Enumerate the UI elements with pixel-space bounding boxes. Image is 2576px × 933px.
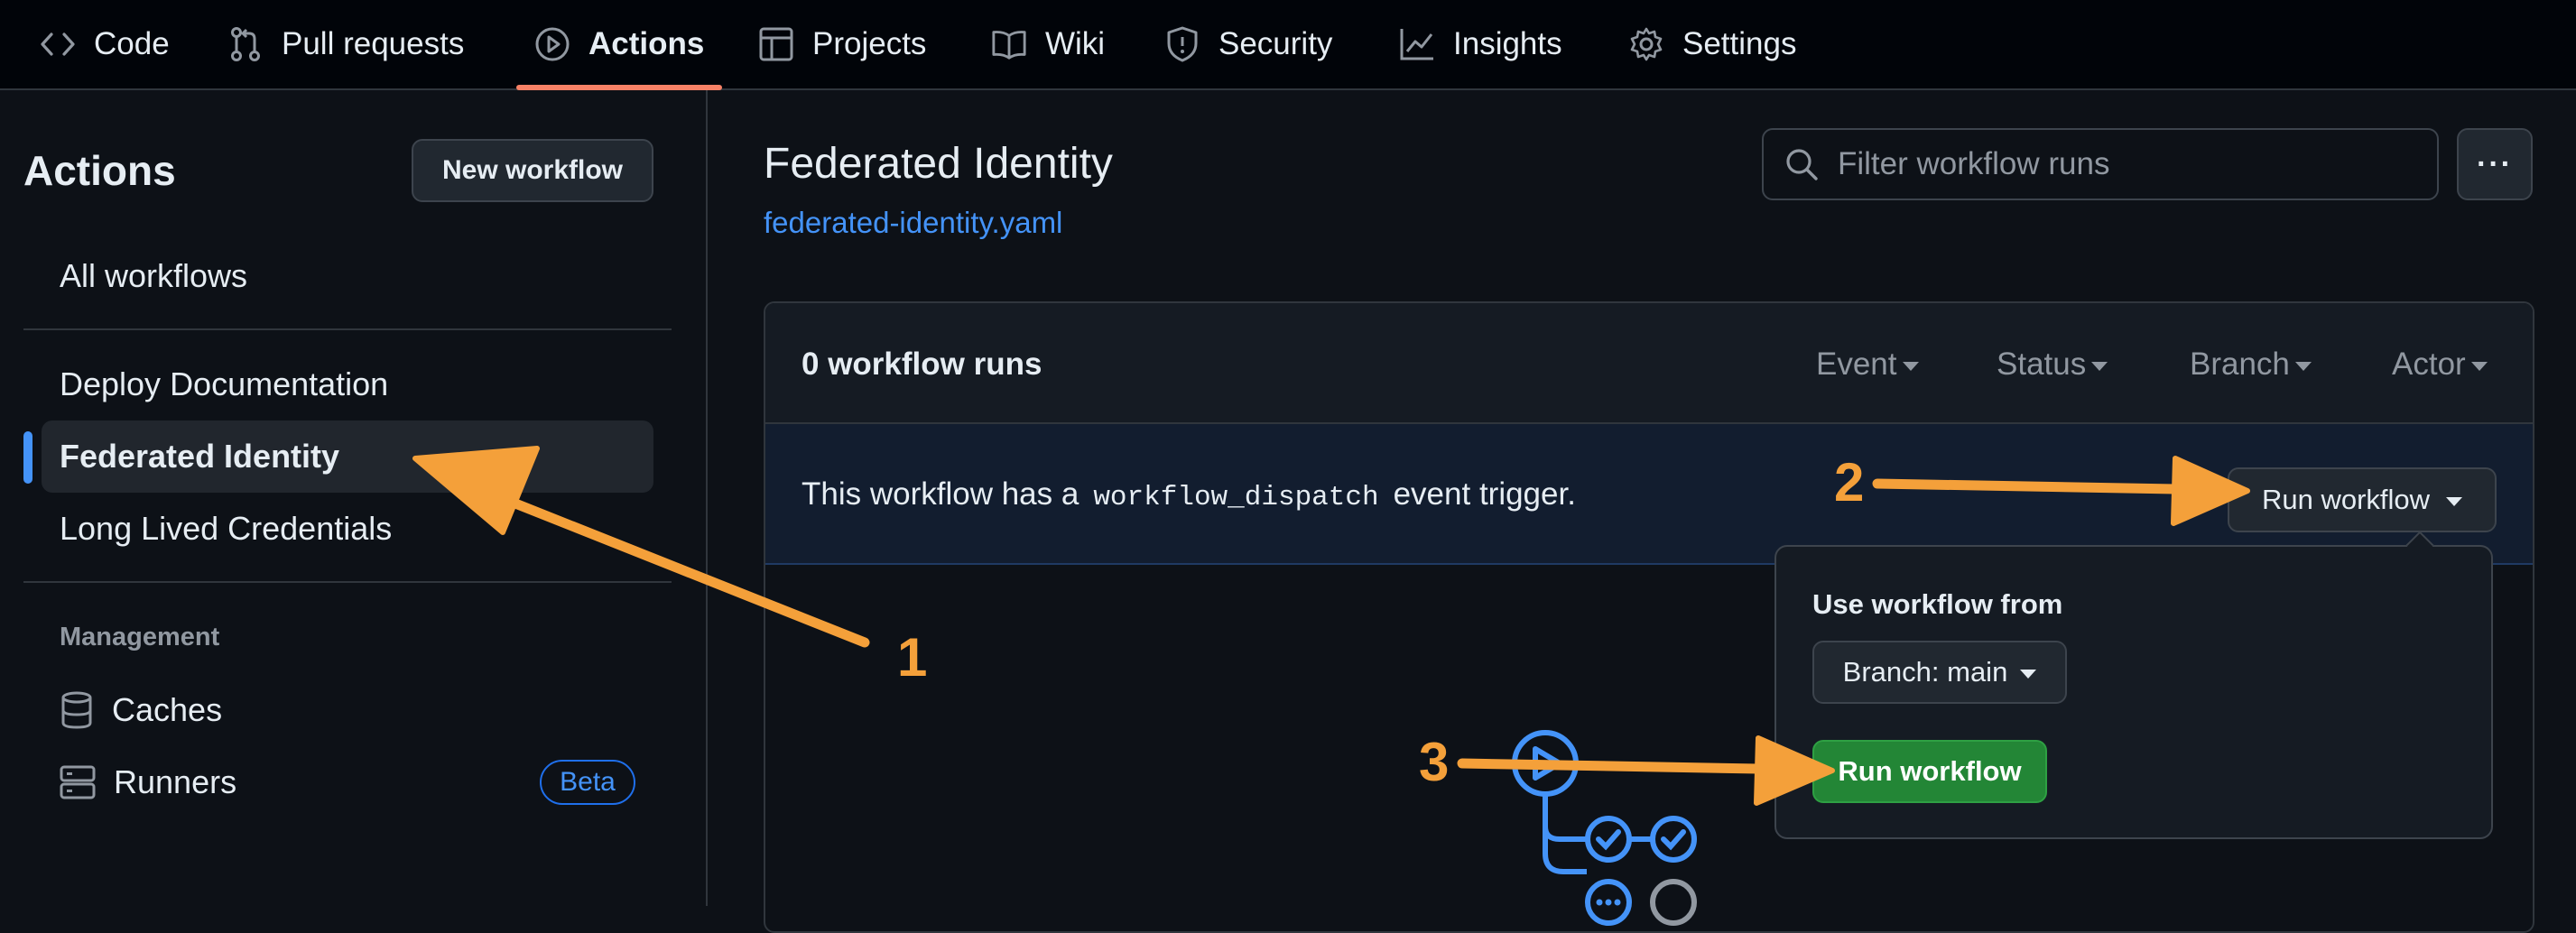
tab-insights-label: Insights [1453, 26, 1562, 61]
actions-sidebar: Actions New workflow All workflows Deplo… [0, 90, 708, 906]
sidebar-title: Actions [23, 147, 176, 194]
repo-nav: Code Pull requests Actions Projects Wiki… [0, 0, 2576, 90]
sidebar-item-federated-identity[interactable]: Federated Identity [42, 420, 653, 493]
table-icon [758, 26, 794, 62]
tab-settings[interactable]: Settings [1628, 0, 1796, 88]
kebab-horizontal-icon: ··· [2477, 146, 2513, 181]
dispatch-code: workflow_dispatch [1093, 482, 1379, 513]
beta-badge: Beta [540, 760, 635, 805]
code-icon [40, 26, 76, 62]
tab-wiki-label: Wiki [1045, 26, 1106, 61]
tab-actions[interactable]: Actions [534, 0, 704, 88]
use-workflow-from-label: Use workflow from [1812, 588, 2063, 620]
sidebar-item-label: Caches [112, 691, 223, 728]
workflow-dispatch-banner: This workflow has a workflow_dispatch ev… [765, 424, 2533, 565]
run-workflow-submit-button[interactable]: Run workflow [1812, 740, 2047, 803]
status-filter-dropdown[interactable]: Status [1997, 346, 2108, 383]
dispatch-prefix: This workflow has a [802, 476, 1080, 512]
book-icon [991, 26, 1027, 62]
event-filter-dropdown[interactable]: Event [1816, 346, 1919, 383]
actor-filter-dropdown[interactable]: Actor [2392, 346, 2488, 383]
caret-down-icon [2470, 362, 2488, 371]
tab-insights[interactable]: Insights [1399, 0, 1562, 88]
sidebar-item-all-workflows[interactable]: All workflows [42, 240, 653, 312]
sidebar-divider [23, 328, 672, 330]
tab-code[interactable]: Code [40, 0, 170, 88]
caret-down-icon [2446, 497, 2463, 506]
database-icon [60, 691, 94, 729]
new-workflow-button[interactable]: New workflow [412, 139, 653, 202]
workflow-illustration-icon [1512, 730, 1697, 926]
filter-workflow-runs[interactable] [1762, 128, 2439, 200]
annotation-number-2: 2 [1834, 452, 1865, 513]
tab-actions-label: Actions [588, 26, 705, 61]
tab-pull-requests[interactable]: Pull requests [227, 0, 464, 88]
tab-settings-label: Settings [1682, 26, 1797, 61]
branch-select-label: Branch: main [1842, 656, 2008, 688]
gear-icon [1628, 26, 1664, 62]
sidebar-item-label: Deploy Documentation [60, 365, 389, 402]
server-icon [60, 765, 96, 799]
sidebar-item-label: All workflows [60, 257, 248, 294]
annotation-number-1: 1 [897, 627, 928, 688]
caret-down-icon [1902, 362, 1919, 371]
run-workflow-label: Run workflow [2261, 484, 2431, 515]
sidebar-item-label: Runners [114, 763, 237, 800]
shield-icon [1164, 26, 1200, 62]
tab-security-label: Security [1219, 26, 1333, 61]
git-pull-request-icon [227, 26, 264, 62]
graph-icon [1399, 26, 1435, 62]
caret-down-icon [2020, 670, 2037, 679]
runs-count: 0 workflow runs [802, 346, 1042, 382]
tab-wiki[interactable]: Wiki [991, 0, 1105, 88]
workflow-title: Federated Identity [764, 140, 1113, 188]
tab-projects[interactable]: Projects [758, 0, 926, 88]
run-workflow-popover: Use workflow from Branch: main Run workf… [1774, 545, 2493, 839]
more-options-button[interactable]: ··· [2457, 128, 2533, 200]
sidebar-item-label: Long Lived Credentials [60, 510, 393, 547]
active-item-indicator [23, 431, 32, 484]
workflow-file-link[interactable]: federated-identity.yaml [764, 206, 1062, 240]
play-icon [534, 26, 570, 62]
runs-header: 0 workflow runs Event Status Branch Acto… [765, 303, 2533, 424]
search-input[interactable] [1838, 146, 2397, 182]
filter-label: Event [1816, 346, 1897, 382]
dispatch-suffix: event trigger. [1393, 476, 1576, 512]
tab-code-label: Code [94, 26, 170, 61]
filter-label: Branch [2190, 346, 2290, 382]
sidebar-item-caches[interactable]: Caches [60, 683, 653, 737]
search-icon [1784, 146, 1820, 182]
sidebar-divider [23, 581, 672, 583]
sidebar-item-long-lived-credentials[interactable]: Long Lived Credentials [42, 493, 653, 565]
branch-filter-dropdown[interactable]: Branch [2190, 346, 2312, 383]
caret-down-icon [2091, 362, 2108, 371]
filter-label: Status [1997, 346, 2087, 382]
tab-projects-label: Projects [812, 26, 927, 61]
annotation-number-3: 3 [1419, 732, 1450, 792]
filter-label: Actor [2392, 346, 2466, 382]
tab-security[interactable]: Security [1164, 0, 1332, 88]
management-section-label: Management [60, 623, 220, 651]
caret-down-icon [2294, 362, 2312, 371]
branch-select-button[interactable]: Branch: main [1812, 641, 2067, 704]
run-workflow-dropdown-button[interactable]: Run workflow [2228, 467, 2497, 532]
dispatch-message: This workflow has a workflow_dispatch ev… [802, 476, 1576, 513]
tab-pull-requests-label: Pull requests [282, 26, 465, 61]
sidebar-item-deploy-documentation[interactable]: Deploy Documentation [42, 348, 653, 420]
sidebar-item-label: Federated Identity [60, 438, 340, 475]
